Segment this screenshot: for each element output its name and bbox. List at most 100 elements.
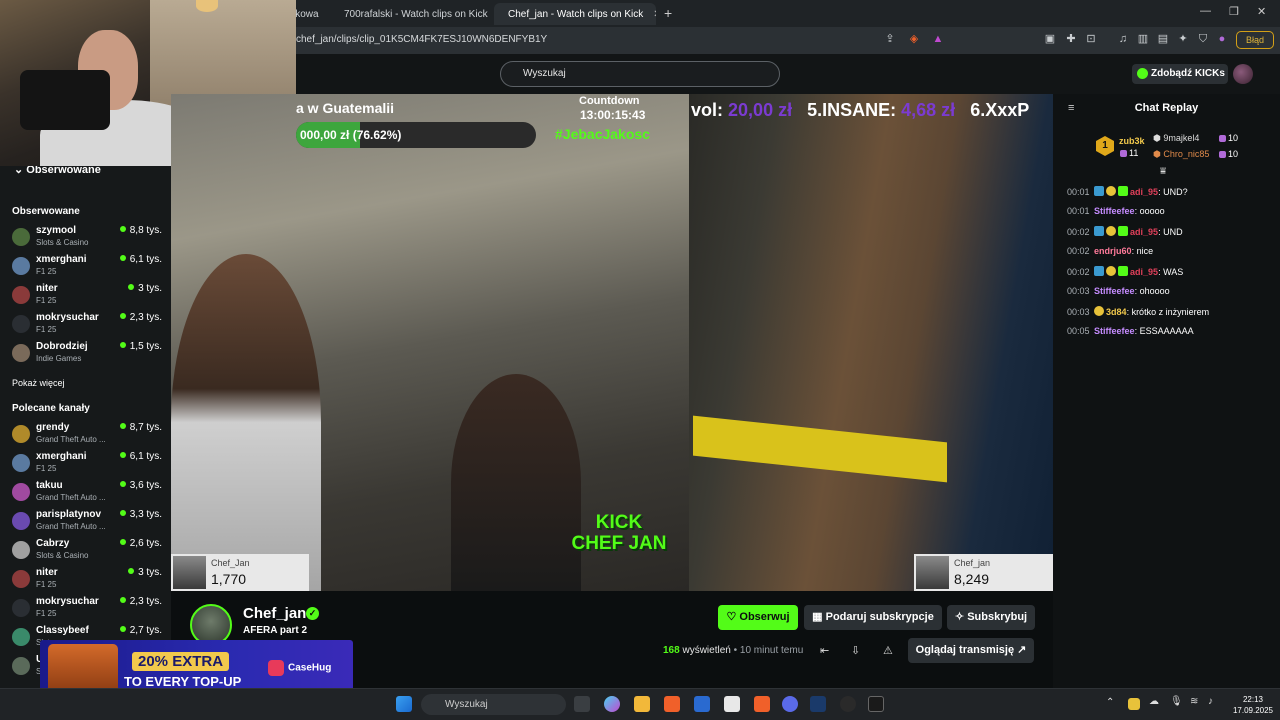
taskbar-search[interactable]: Wyszukaj — [421, 694, 566, 715]
tray-folder-icon[interactable] — [1128, 698, 1140, 710]
goal-progress-text: 000,00 zł (76.62%) — [300, 128, 402, 142]
avatar — [12, 257, 30, 275]
channel-category: Indie Games — [36, 354, 82, 363]
kick-chef-jan-logo: KICK CHEF JAN — [571, 512, 667, 554]
channel-name[interactable]: Chef_jan — [243, 605, 306, 622]
subscribe-button[interactable]: ✧ Subskrybuj — [947, 605, 1035, 630]
chat-username[interactable]: endrju60 — [1094, 246, 1132, 256]
profile-icon[interactable]: ● — [1216, 33, 1228, 45]
avatar — [12, 286, 30, 304]
close-window-button[interactable]: ✕ — [1257, 5, 1266, 18]
sidebar-channel-parisplatynov[interactable]: parisplatynov Grand Theft Auto ... 3,3 tys… — [12, 509, 162, 535]
windows-start-icon[interactable] — [396, 696, 412, 712]
brave-rewards-icon[interactable]: ▲ — [932, 33, 944, 45]
minimize-button[interactable]: — — [1200, 5, 1211, 17]
video-player[interactable]: a w Guatemalii 000,00 zł (76.62%) Countd… — [171, 94, 1053, 591]
wifi-icon[interactable]: ≋ — [1190, 696, 1198, 707]
get-kicks-button[interactable]: Zdobądź KICKs — [1132, 64, 1228, 84]
download-icon[interactable]: ⇩ — [851, 644, 860, 657]
search-input[interactable]: Wyszukaj — [500, 61, 780, 87]
chat-timestamp: 00:03 — [1067, 307, 1090, 317]
viewer-count: 2,3 tys. — [120, 312, 162, 323]
maximize-button[interactable]: ❐ — [1229, 5, 1239, 18]
copilot-icon[interactable] — [604, 696, 620, 712]
new-tab-button[interactable]: + — [664, 5, 672, 21]
sub-badge-icon — [1094, 266, 1105, 276]
leo-icon[interactable]: ✦ — [1177, 33, 1189, 45]
tray-chevron-icon[interactable]: ⌃ — [1106, 697, 1114, 708]
chat-message: 00:03 3d84: krótko z inżynierem — [1067, 306, 1209, 317]
file-explorer-icon[interactable] — [634, 696, 650, 712]
sidebar-channel-xmerghani[interactable]: xmerghani F1 25 6,1 tys. — [12, 451, 162, 477]
task-view-icon[interactable] — [574, 696, 590, 712]
mic-icon[interactable]: 🎙 — [1170, 696, 1183, 707]
error-badge[interactable]: Błąd — [1236, 31, 1274, 49]
chat-username[interactable]: Stiffeefee — [1094, 326, 1135, 336]
brave-icon[interactable] — [664, 696, 680, 712]
chat-username[interactable]: adi_95 — [1130, 187, 1158, 197]
channel-category: F1 25 — [36, 296, 57, 305]
chat-username[interactable]: Stiffeefee — [1094, 286, 1135, 296]
volume-icon[interactable]: ♪ — [1208, 696, 1213, 707]
gift-sub-button[interactable]: ▦ Podaruj subskrypcje — [804, 605, 942, 630]
notepad-icon[interactable] — [724, 696, 740, 712]
tab-chef-jan[interactable]: Chef_jan - Watch clips on Kick✕ — [494, 3, 656, 25]
avatar — [12, 344, 30, 362]
sidebar-channel-grendy[interactable]: grendy Grand Theft Auto ... 8,7 tys. — [12, 422, 162, 448]
puzzle-icon[interactable]: ✚ — [1065, 33, 1077, 45]
user-avatar[interactable] — [1233, 64, 1253, 84]
gifter-badge-icon — [1094, 306, 1105, 316]
wallet-icon[interactable]: ▤ — [1157, 33, 1169, 45]
expand-leaderboard-icon[interactable]: ⩸ — [1160, 166, 1166, 177]
sidebar-channel-mokrysuchar[interactable]: mokrysuchar F1 25 2,3 tys. — [12, 596, 162, 622]
sidebar-channel-mokrysuchar[interactable]: mokrysuchar F1 25 2,3 tys. — [12, 312, 162, 338]
avatar — [12, 454, 30, 472]
share-icon[interactable]: ⇤ — [820, 644, 829, 657]
brave-active-icon[interactable] — [754, 696, 770, 712]
cloud-icon[interactable]: ☁ — [1149, 696, 1159, 707]
channel-category: Grand Theft Auto ... — [36, 435, 106, 444]
vpn-icon[interactable]: ⛉ — [1197, 33, 1209, 45]
sidebar-channel-szymool[interactable]: szymool Slots & Casino 8,8 tys. — [12, 225, 162, 251]
screenshot-icon[interactable]: ⊡ — [1085, 33, 1097, 45]
avatar — [12, 483, 30, 501]
sidebar-channel-cabrzy[interactable]: Cabrzy Slots & Casino 2,6 tys. — [12, 538, 162, 564]
sidebar-icon[interactable]: ▥ — [1137, 33, 1149, 45]
chat-message: 00:02 adi_95: WAS — [1067, 266, 1183, 277]
avatar — [12, 599, 30, 617]
chat-username[interactable]: adi_95 — [1130, 227, 1158, 237]
show-more-link[interactable]: Pokaż więcej — [12, 378, 65, 388]
chat-username[interactable]: Stiffeefee — [1094, 206, 1135, 216]
sub-badge-icon — [1094, 186, 1105, 196]
music-icon[interactable]: ♫ — [1117, 33, 1129, 45]
extension-icon[interactable]: ▣ — [1044, 33, 1056, 45]
watch-stream-button[interactable]: Oglądaj transmisję ↗ — [908, 638, 1034, 663]
chat-text: : UND? — [1158, 187, 1188, 197]
follow-button[interactable]: ♡ Obserwuj — [718, 605, 798, 630]
terminal-icon[interactable] — [868, 696, 884, 712]
ad-banner[interactable]: 20% EXTRA TO EVERY TOP-UP CaseHug — [40, 640, 353, 693]
close-tab-icon[interactable]: ✕ — [653, 9, 656, 20]
sidebar-channel-dobrodziej[interactable]: Dobrodziej Indie Games 1,5 tys. — [12, 341, 162, 367]
chat-username[interactable]: 3d84 — [1106, 307, 1127, 317]
discord-icon[interactable] — [782, 696, 798, 712]
sidebar-channel-niter[interactable]: niter F1 25 3 tys. — [12, 283, 162, 309]
tab-700rafalski[interactable]: 700rafalski - Watch clips on Kick — [330, 3, 490, 25]
follower-card-right: Chef_jan 8,249 — [914, 554, 1053, 591]
sidebar-channel-niter[interactable]: niter F1 25 3 tys. — [12, 567, 162, 593]
share-icon[interactable]: ⇪ — [884, 33, 896, 45]
chat-text: : ooooo — [1134, 206, 1165, 216]
system-clock[interactable]: 22:13 17.09.2025 — [1228, 694, 1278, 716]
channel-name: Classybeef — [36, 625, 89, 636]
obs-icon[interactable] — [840, 696, 856, 712]
chat-username[interactable]: adi_95 — [1130, 267, 1158, 277]
url-field[interactable]: chef_jan/clips/clip_01K5CM4FK7ESJ10WN6DE… — [296, 34, 547, 45]
store-icon[interactable] — [694, 696, 710, 712]
avatar — [12, 315, 30, 333]
steam-icon[interactable] — [810, 696, 826, 712]
sidebar-channel-takuu[interactable]: takuu Grand Theft Auto ... 3,6 tys. — [12, 480, 162, 506]
sidebar-channel-xmerghani[interactable]: xmerghani F1 25 6,1 tys. — [12, 254, 162, 280]
viewer-count: 1,5 tys. — [120, 341, 162, 352]
report-icon[interactable]: ⚠ — [883, 644, 893, 657]
brave-shield-icon[interactable]: ◈ — [908, 33, 920, 45]
